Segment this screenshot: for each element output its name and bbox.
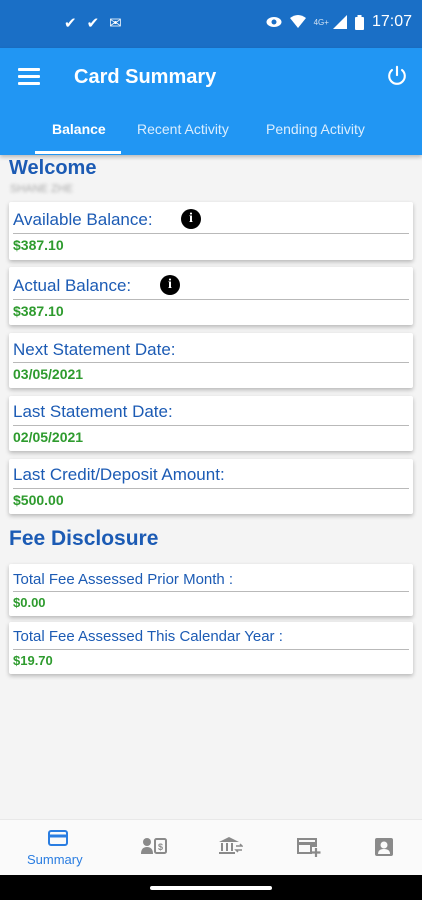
fee-calendar-year-card: Total Fee Assessed This Calendar Year : … (9, 622, 413, 674)
nav-item-contact[interactable] (360, 820, 408, 876)
clock: 17:07 (371, 13, 412, 30)
checkmark-notification-icon: ✔ (86, 15, 100, 32)
battery-icon (354, 14, 364, 30)
app-notification-icon: ✉ (109, 15, 122, 32)
contact-icon (375, 838, 393, 856)
nav-item-add-card[interactable] (285, 820, 333, 876)
tab-recent-activity[interactable]: Recent Activity (137, 121, 229, 137)
fee-label: Total Fee Assessed This Calendar Year : (13, 628, 283, 645)
nav-item-transfer[interactable]: $ (130, 820, 178, 876)
card-value: 02/05/2021 (13, 429, 84, 445)
checkmark-notification-icon: ✔ (64, 15, 77, 32)
wifi-icon (289, 15, 306, 28)
eye-icon (266, 17, 282, 27)
welcome-heading: Welcome (9, 157, 97, 179)
bottom-navigation: Summary $ (0, 819, 422, 876)
bank-icon (219, 837, 243, 854)
next-statement-date-card: Next Statement Date: 03/05/2021 (9, 333, 413, 388)
fee-prior-month-card: Total Fee Assessed Prior Month : $0.00 (9, 564, 413, 616)
menu-icon[interactable] (18, 68, 40, 86)
fee-label: Total Fee Assessed Prior Month : (13, 571, 234, 588)
tab-pending-activity[interactable]: Pending Activity (266, 121, 365, 137)
card-value: $387.10 (13, 237, 64, 253)
nav-label-summary: Summary (27, 852, 83, 867)
fee-disclosure-heading: Fee Disclosure (9, 527, 159, 550)
last-credit-deposit-card: Last Credit/Deposit Amount: $500.00 (9, 459, 413, 514)
divider (13, 649, 409, 650)
transfer-icon: $ (141, 838, 167, 854)
info-icon[interactable]: i (181, 209, 201, 229)
app-bar: Card Summary Balance Recent Activity Pen… (0, 48, 422, 155)
user-name: SHANE ZHE (10, 183, 73, 195)
tab-balance[interactable]: Balance (52, 121, 106, 137)
card-label: Next Statement Date: (13, 340, 176, 359)
nav-item-bank[interactable] (207, 820, 255, 876)
divider (13, 425, 409, 426)
divider (13, 299, 409, 300)
system-icons: 4G+ 17:07 (266, 13, 412, 31)
actual-balance-card: Actual Balance: i $387.10 (9, 267, 413, 325)
notification-icons: ✔ ✔ ✉ (64, 14, 122, 32)
network-type-label: 4G+ (313, 17, 329, 27)
divider (13, 233, 409, 234)
info-icon[interactable]: i (160, 275, 180, 295)
card-value: $387.10 (13, 303, 64, 319)
page-title: Card Summary (74, 66, 217, 88)
card-icon (48, 830, 68, 846)
nav-item-summary[interactable]: Summary (20, 820, 96, 876)
status-bar: ✔ ✔ ✉ 4G+ 17:07 (0, 0, 422, 48)
fee-value: $19.70 (13, 653, 53, 668)
system-gesture-bar (0, 875, 422, 900)
fee-value: $0.00 (13, 595, 46, 610)
divider (13, 488, 409, 489)
power-icon[interactable] (386, 65, 408, 87)
tab-bar: Balance Recent Activity Pending Activity (0, 104, 422, 155)
divider (13, 362, 409, 363)
last-statement-date-card: Last Statement Date: 02/05/2021 (9, 396, 413, 451)
card-value: $500.00 (13, 492, 64, 508)
card-label: Last Credit/Deposit Amount: (13, 465, 225, 484)
home-gesture-handle[interactable] (150, 886, 272, 890)
card-label: Actual Balance: (13, 276, 132, 295)
svg-text:$: $ (158, 842, 163, 852)
available-balance-card: Available Balance: i $387.10 (9, 202, 413, 260)
divider (13, 591, 409, 592)
add-card-icon (297, 838, 321, 857)
card-value: 03/05/2021 (13, 366, 84, 382)
active-tab-indicator (35, 151, 121, 154)
signal-icon (332, 15, 347, 29)
card-label: Available Balance: (13, 210, 153, 229)
card-label: Last Statement Date: (13, 402, 173, 421)
